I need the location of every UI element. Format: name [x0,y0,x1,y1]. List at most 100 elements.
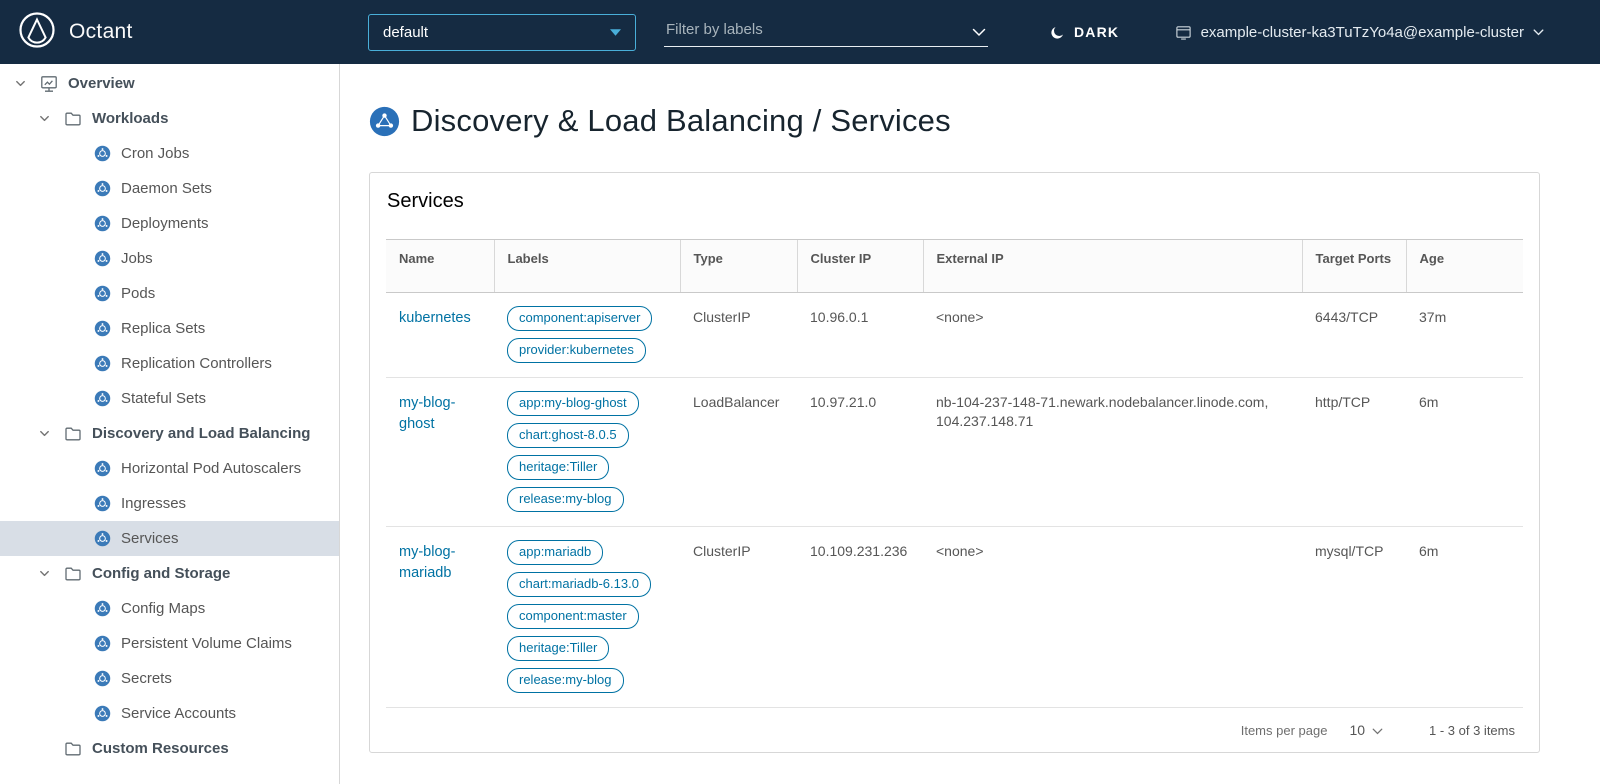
table-row: my-blog-ghost app:my-blog-ghostchart:ghos… [386,378,1523,527]
sidebar-nav: Overview Workloads Cron Jobs Daemon Sets Dep… [0,64,340,784]
brand: Octant [18,0,133,64]
label-badge: component:master [507,604,639,629]
target-ports-cell: mysql/TCP [1302,527,1406,708]
sidebar-item-label: Horizontal Pod Autoscalers [121,460,301,477]
sidebar-item-label: Config and Storage [92,565,230,582]
sidebar-item-label: Replication Controllers [121,355,272,372]
sidebar-item-stateful-sets[interactable]: Stateful Sets [0,381,339,416]
service-link-my-blog-ghost[interactable]: my-blog-ghost [399,395,455,432]
resource-icon [94,355,111,372]
sidebar-item-deployments[interactable]: Deployments [0,206,339,241]
sidebar-item-service-accounts[interactable]: Service Accounts [0,696,339,731]
items-per-page-dropdown[interactable]: 10 [1349,722,1383,738]
table-header-row: NameLabelsTypeCluster IPExternal IPTarge… [386,240,1523,293]
column-header-name: Name [386,240,494,293]
table-row: my-blog-mariadb app:mariadbchart:mariadb-… [386,527,1523,708]
topbar: Octant default DARK [0,0,1600,64]
resource-icon [94,530,111,547]
sidebar-item-custom-resources[interactable]: Custom Resources [0,731,339,766]
sidebar-item-label: Services [121,530,179,547]
labels-cell: app:mariadbchart:mariadb-6.13.0component… [494,527,680,708]
resource-icon [94,600,111,617]
resource-icon [94,495,111,512]
table-row: kubernetes component:apiserverprovider:ku… [386,293,1523,378]
sidebar-item-cron-jobs[interactable]: Cron Jobs [0,136,339,171]
cluster-icon [1175,24,1192,41]
cluster-ip-cell: 10.109.231.236 [797,527,923,708]
card-title: Services [387,190,1523,213]
theme-label: DARK [1074,24,1119,40]
label-badge: provider:kubernetes [507,338,646,363]
sidebar-item-replica-sets[interactable]: Replica Sets [0,311,339,346]
labels-cell: component:apiserverprovider:kubernetes [494,293,680,378]
dark-mode-toggle[interactable]: DARK [1050,0,1119,64]
chevron-down-icon [1533,29,1544,36]
chevron-down-icon [1372,722,1383,738]
discovery-load-balancing-icon [369,106,400,137]
sidebar-item-label: Secrets [121,670,172,687]
namespace-dropdown[interactable]: default [368,14,636,51]
pagination-range: 1 - 3 of 3 items [1429,723,1515,738]
folder-icon [64,110,82,128]
sidebar-item-label: Cron Jobs [121,145,189,162]
sidebar-item-replication-controllers[interactable]: Replication Controllers [0,346,339,381]
sidebar-item-ingresses[interactable]: Ingresses [0,486,339,521]
sidebar-item-label: Deployments [121,215,209,232]
chevron-down-icon[interactable] [972,24,986,42]
age-cell: 6m [1406,527,1523,708]
sidebar-item-persistent-volume-claims[interactable]: Persistent Volume Claims [0,626,339,661]
type-cell: ClusterIP [680,293,797,378]
sidebar-item-label: Workloads [92,110,168,127]
label-badge: heritage:Tiller [507,636,609,661]
sidebar-item-overview[interactable]: Overview [0,66,339,101]
services-table: NameLabelsTypeCluster IPExternal IPTarge… [386,239,1523,708]
chevron-down-icon [610,29,621,36]
column-header-labels: Labels [494,240,680,293]
label-badge: chart:mariadb-6.13.0 [507,572,651,597]
label-filter [664,17,988,47]
name-cell: my-blog-mariadb [386,527,494,708]
external-ip-cell: <none> [923,293,1302,378]
sidebar-item-label: Ingresses [121,495,186,512]
octant-app: Octant default DARK [0,0,1600,784]
sidebar-item-daemon-sets[interactable]: Daemon Sets [0,171,339,206]
cluster-context-dropdown[interactable]: example-cluster-ka3TuTzYo4a@example-clus… [1175,0,1544,64]
sidebar-item-workloads[interactable]: Workloads [0,101,339,136]
column-header-target-ports: Target Ports [1302,240,1406,293]
sidebar-item-config-maps[interactable]: Config Maps [0,591,339,626]
sidebar-item-config-and-storage[interactable]: Config and Storage [0,556,339,591]
chevron-down-icon[interactable] [34,427,54,440]
label-filter-input[interactable] [664,17,988,47]
sidebar-item-label: Service Accounts [121,705,236,722]
services-card: Services NameLabelsTypeCluster IPExterna… [369,172,1540,753]
sidebar-item-jobs[interactable]: Jobs [0,241,339,276]
folder-icon [64,565,82,583]
service-link-kubernetes[interactable]: kubernetes [399,310,471,326]
service-link-my-blog-mariadb[interactable]: my-blog-mariadb [399,544,455,581]
chevron-down-icon[interactable] [10,77,30,90]
sidebar-item-label: Pods [121,285,155,302]
resource-icon [94,180,111,197]
sidebar-item-services[interactable]: Services [0,521,339,556]
label-badge: chart:ghost-8.0.5 [507,423,629,448]
name-cell: kubernetes [386,293,494,378]
sidebar-item-secrets[interactable]: Secrets [0,661,339,696]
folder-icon [64,425,82,443]
labels-cell: app:my-blog-ghostchart:ghost-8.0.5herita… [494,378,680,527]
folder-icon [64,740,82,758]
resource-icon [94,390,111,407]
sidebar-item-horizontal-pod-autoscalers[interactable]: Horizontal Pod Autoscalers [0,451,339,486]
chevron-down-icon[interactable] [34,112,54,125]
sidebar-item-label: Jobs [121,250,153,267]
name-cell: my-blog-ghost [386,378,494,527]
column-header-type: Type [680,240,797,293]
page-title: Discovery & Load Balancing / Services [411,103,951,139]
chevron-down-icon[interactable] [34,567,54,580]
type-cell: LoadBalancer [680,378,797,527]
cluster-ip-cell: 10.96.0.1 [797,293,923,378]
items-per-page-value: 10 [1349,722,1365,738]
sidebar-item-discovery-and-load-balancing[interactable]: Discovery and Load Balancing [0,416,339,451]
sidebar-item-pods[interactable]: Pods [0,276,339,311]
column-header-age: Age [1406,240,1523,293]
resource-icon [94,250,111,267]
